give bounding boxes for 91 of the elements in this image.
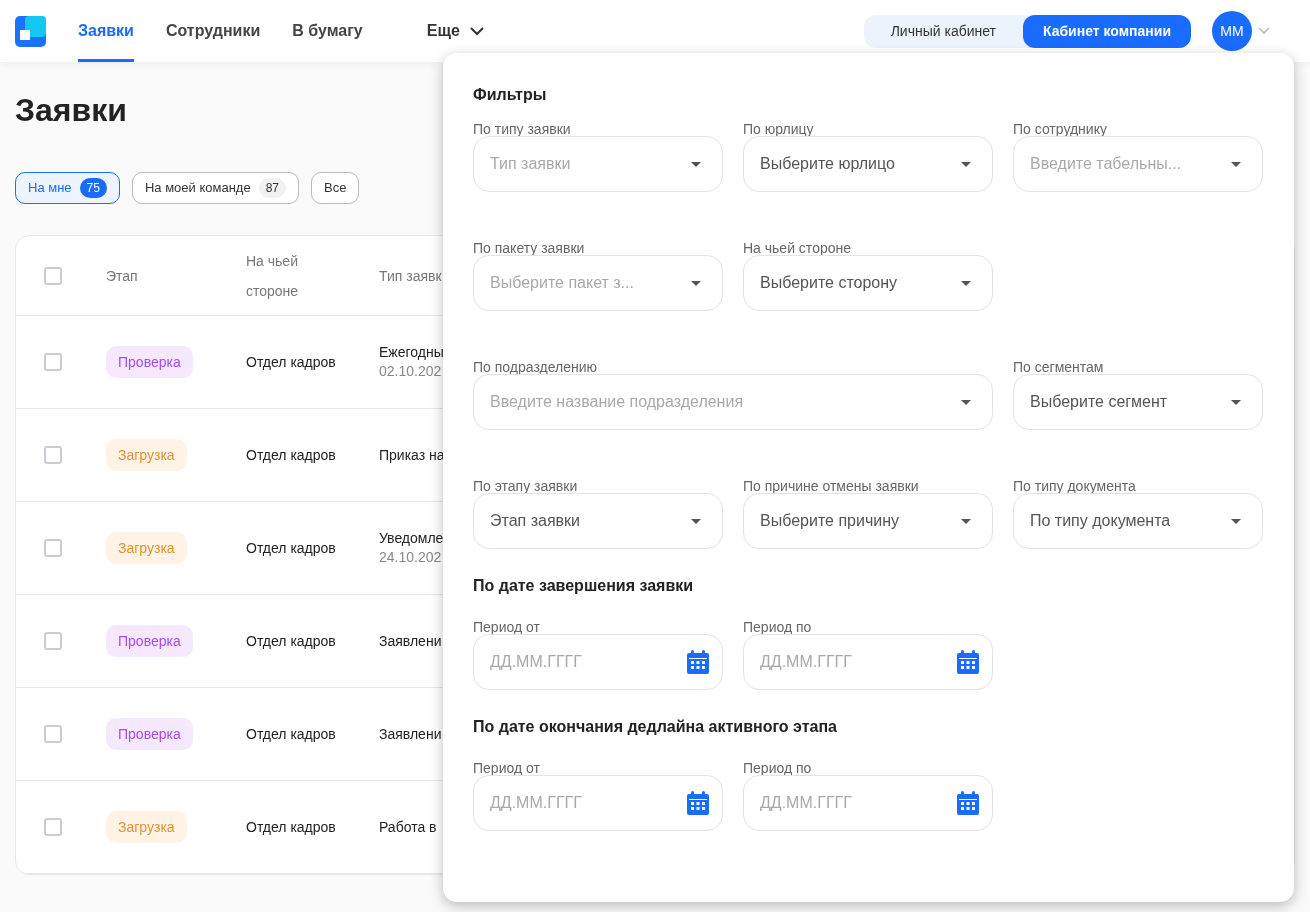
select-field[interactable]: Выберите пакет з... [473,255,723,311]
caret-icon [1231,400,1241,405]
chevron-down-icon[interactable] [1258,27,1270,35]
field-label: По пакету заявки [473,239,585,258]
select-field[interactable]: Выберите сегмент [1013,374,1263,430]
nav-tab[interactable]: Заявки [78,0,134,62]
field-label: По типу документа [1013,477,1136,496]
stage-badge: Загрузка [106,439,187,471]
table-cell: Заявлени [379,631,442,651]
caret-icon [1231,519,1241,524]
date-field[interactable]: ДД.ММ.ГГГГ [743,634,993,690]
date-field[interactable]: ДД.ММ.ГГГГ [743,775,993,831]
caret-icon [691,281,701,286]
table-cell: Ежегодны [379,343,444,362]
nav-tab[interactable]: В бумагу [292,0,363,62]
checkbox[interactable] [44,725,62,743]
table-cell: Уведомле [379,529,444,548]
caret-icon [961,400,971,405]
nav-tab[interactable]: Сотрудники [165,0,261,62]
caret-icon [1231,162,1241,167]
stage-badge: Проверка [106,346,193,378]
field-label: Период от [473,759,540,778]
select-field[interactable]: Выберите сторону [743,255,993,311]
select-field[interactable]: По типу документа [1013,493,1263,549]
checkbox[interactable] [44,632,62,650]
count-badge: 87 [258,178,287,198]
stage-badge: Проверка [106,625,193,657]
field-label: Период по [743,618,812,637]
column-header: Тип заявк [379,266,442,286]
date-field[interactable]: ДД.ММ.ГГГГ [473,634,723,690]
table-cell-text: Отдел кадров [246,817,337,837]
calendar-icon[interactable] [957,791,979,815]
field-label: По подразделению [473,358,597,377]
caret-icon [691,162,701,167]
section-title: По дате окончания дедлайна активного этапа [473,717,837,737]
caret-icon [961,281,971,286]
field-label: По причине отмены заявки [743,477,919,496]
date-text: 24.10.202 [379,548,442,567]
caret-icon [961,162,971,167]
select-field[interactable]: Выберите причину [743,493,993,549]
table-cell-text: Отдел кадров [246,538,337,558]
caret-icon [961,519,971,524]
table-cell: Работа в [379,817,437,837]
field-label: По этапу заявки [473,477,578,496]
more-menu[interactable]: Еще [426,19,484,43]
table-cell-text: Отдел кадров [246,631,337,651]
calendar-icon[interactable] [687,791,709,815]
chevron-down-icon [469,26,484,36]
checkbox[interactable] [44,539,62,557]
stage-badge: Загрузка [106,532,187,564]
table-cell-text: Отдел кадров [246,352,337,372]
field-label: Период от [473,618,540,637]
account-tab[interactable]: Личный кабинет [863,14,1023,48]
field-label: Период по [743,759,812,778]
select-field[interactable]: Выберите юрлицо [743,136,993,192]
field-label: По юрлицу [743,120,814,139]
filters-title: Фильтры [473,85,548,105]
date-text: 02.10.202 [379,362,442,381]
avatar[interactable]: ММ [1212,11,1252,51]
checkbox[interactable] [44,353,62,371]
filter-chip[interactable]: На мне 75 [15,172,120,204]
stage-badge: Проверка [106,718,193,750]
table-cell-text: Отдел кадров [246,445,337,465]
select-field[interactable]: Этап заявки [473,493,723,549]
account-tab[interactable]: Кабинет компании [1022,14,1191,48]
select-field[interactable]: Тип заявки [473,136,723,192]
calendar-icon[interactable] [957,650,979,674]
count-badge: 75 [79,178,107,198]
filter-chip[interactable]: Все [311,172,360,204]
checkbox[interactable] [44,446,62,464]
caret-icon [691,519,701,524]
checkbox[interactable] [44,818,62,836]
checkbox[interactable] [44,266,62,285]
field-label: На чьей стороне [743,239,851,258]
table-cell: Заявлени [379,724,442,744]
table-cell: Приказ на [379,445,445,465]
table-cell-text: Отдел кадров [246,724,337,744]
calendar-icon[interactable] [687,650,709,674]
filter-chip[interactable]: На моей команде 87 [131,172,300,204]
section-title: По дате завершения заявки [473,576,694,596]
field-label: По сегментам [1013,358,1104,377]
select-field[interactable]: Введите название подразделения [473,374,993,430]
page-title: Заявки [15,91,127,130]
select-field[interactable]: Введите табельны... [1013,136,1263,192]
logo-icon[interactable] [15,15,46,47]
date-field[interactable]: ДД.ММ.ГГГГ [473,775,723,831]
column-header: На чьей стороне [246,251,300,301]
column-header: Этап [106,266,138,286]
stage-badge: Загрузка [106,811,187,843]
field-label: По типу заявки [473,120,571,139]
field-label: По сотруднику [1013,120,1107,139]
